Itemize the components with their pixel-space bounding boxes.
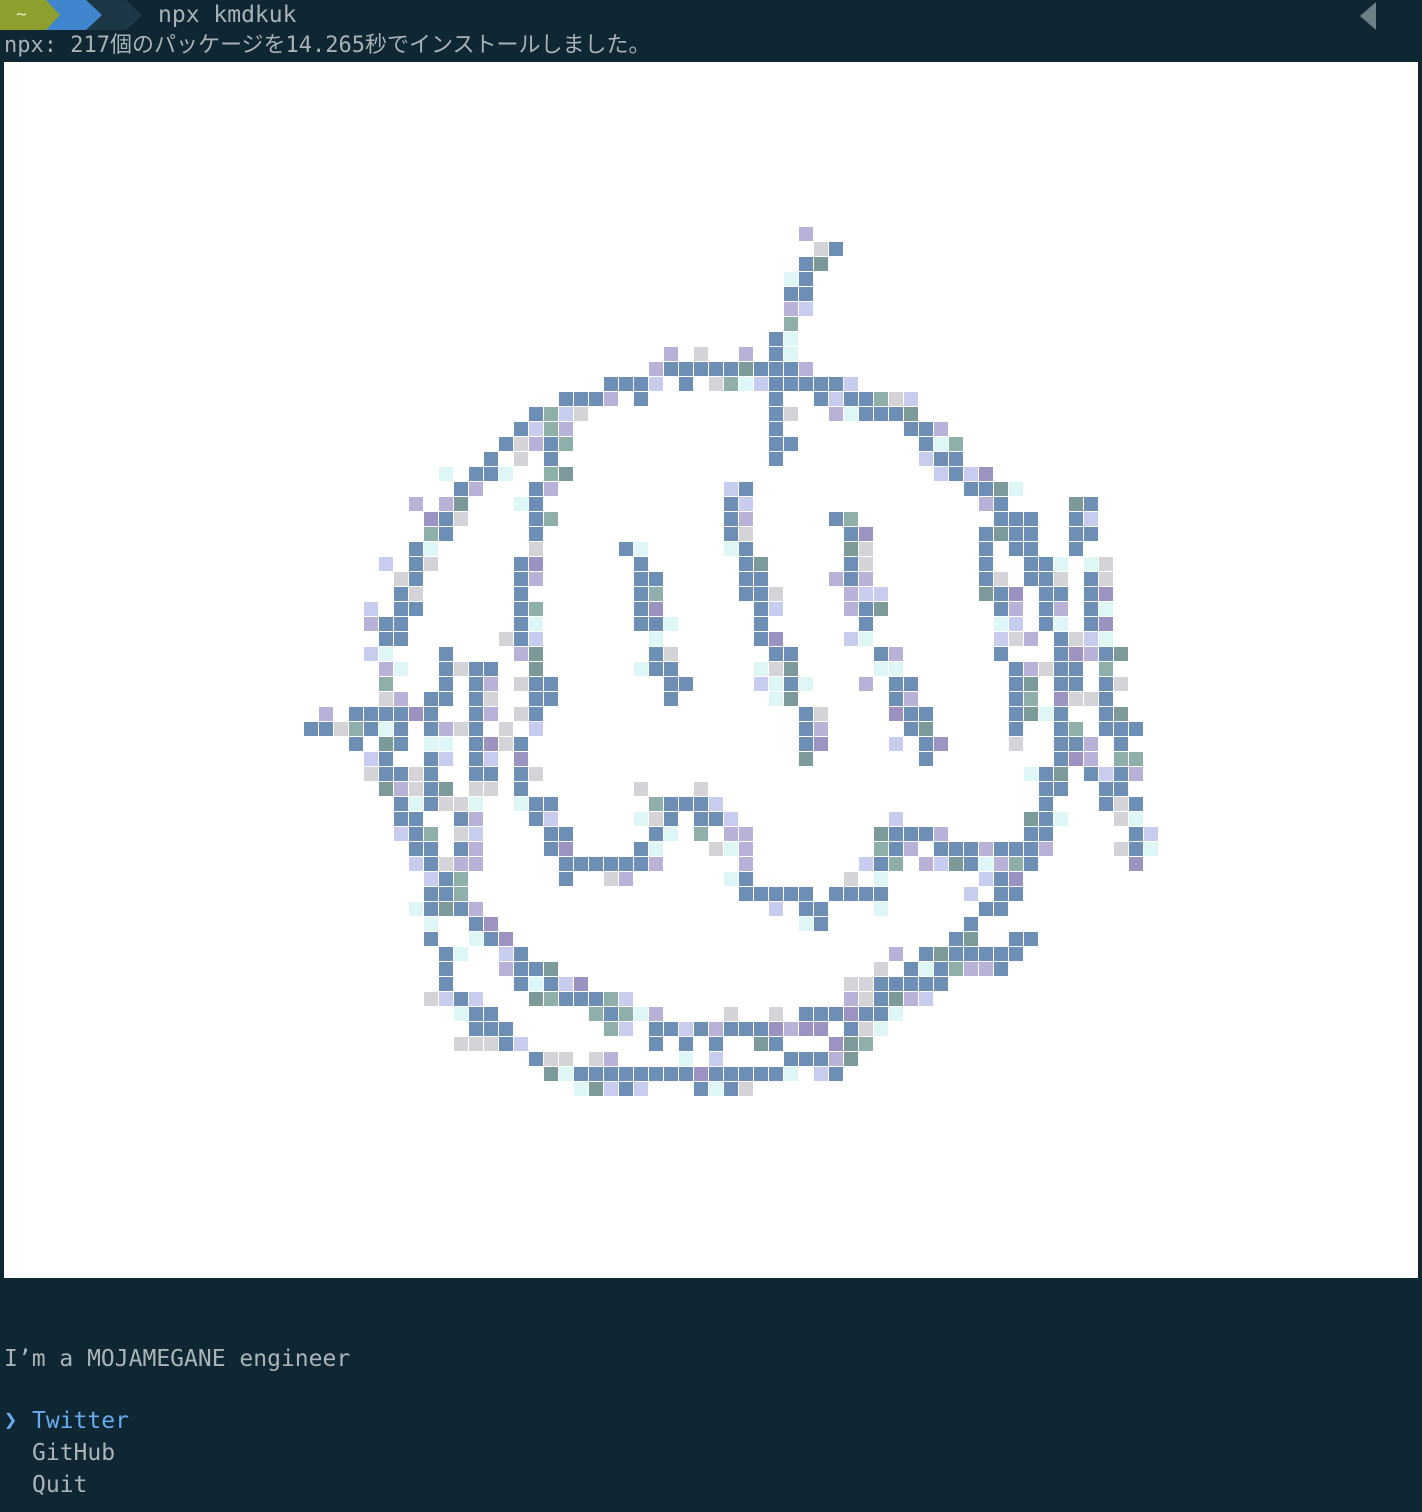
menu-item-github[interactable]: GitHub xyxy=(32,1438,115,1468)
pixel-art-avatar-icon xyxy=(304,227,1158,1096)
prompt-home-arrow-icon xyxy=(46,0,60,30)
home-symbol: ~ xyxy=(16,4,27,25)
prompt-bar: ~ npx kmdkuk xyxy=(0,0,1422,30)
right-prompt-arrow-icon xyxy=(1360,2,1376,30)
menu-item-twitter[interactable]: Twitter xyxy=(32,1406,129,1436)
npx-install-message: npx: 217個のパッケージを14.265秒でインストールしました。 xyxy=(4,33,651,58)
menu-item-quit[interactable]: Quit xyxy=(32,1470,87,1500)
command-text: npx kmdkuk xyxy=(158,2,297,28)
menu-pointer-icon: ❯ xyxy=(4,1408,18,1433)
tagline-text: I’m a MOJAMEGANE engineer xyxy=(4,1346,351,1372)
prompt-home-segment: ~ xyxy=(0,0,46,30)
image-panel xyxy=(4,62,1418,1278)
prompt-tail-arrow-icon xyxy=(126,0,142,30)
prompt-path-arrow-icon xyxy=(86,0,102,30)
